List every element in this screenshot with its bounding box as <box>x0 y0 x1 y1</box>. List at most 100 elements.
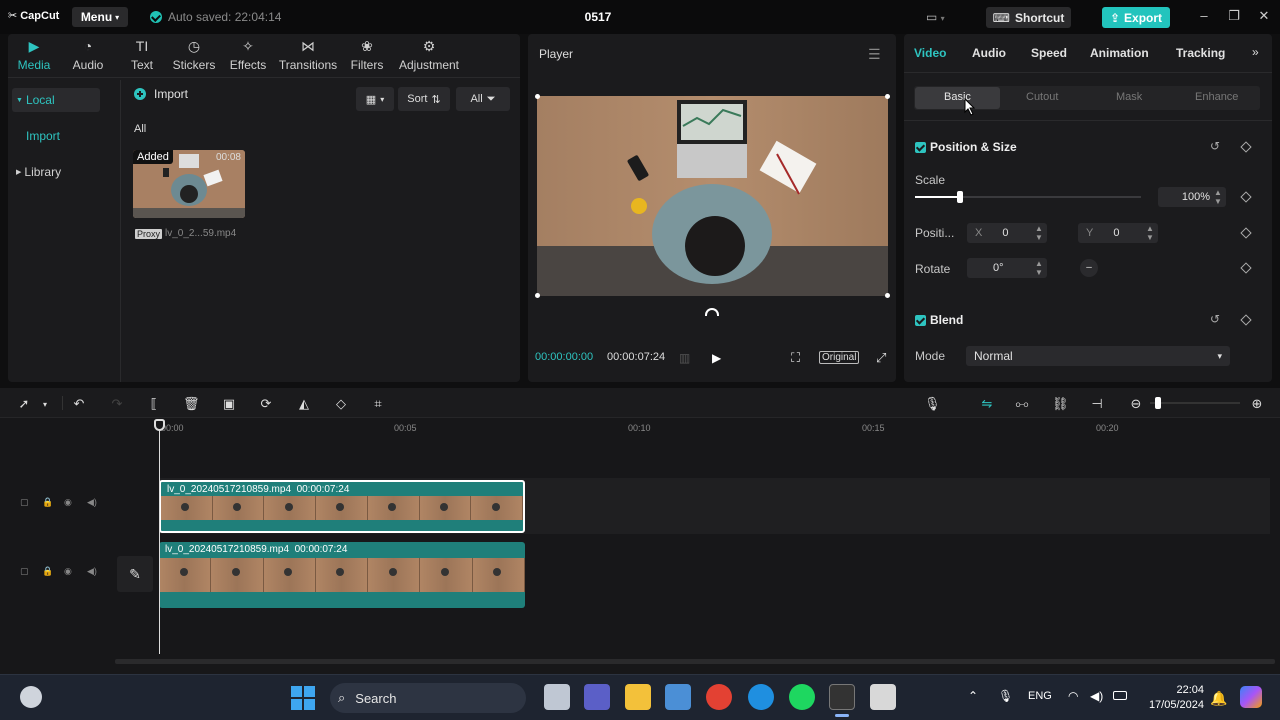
scale-slider-track[interactable] <box>915 191 1141 203</box>
tab-speed[interactable]: Speed <box>1031 46 1067 60</box>
eye-icon[interactable]: ◉ <box>64 566 72 577</box>
teams-icon[interactable] <box>584 684 610 710</box>
battery-icon[interactable] <box>1113 691 1127 700</box>
undo-icon[interactable]: ↶ <box>71 396 87 412</box>
menu-button[interactable]: Menu ▾ <box>72 7 128 27</box>
spotify-icon[interactable] <box>789 684 815 710</box>
resize-handle[interactable] <box>885 94 890 99</box>
sidebar-item-local[interactable]: ▼ Local <box>12 88 100 112</box>
zoom-slider-knob[interactable] <box>1155 397 1161 409</box>
rotate-icon[interactable]: ◇ <box>333 396 349 412</box>
reverse-icon[interactable]: ⟳ <box>258 396 274 412</box>
minimize-icon[interactable]: – <box>1194 8 1214 23</box>
export-button[interactable]: ⇪ Export <box>1102 7 1170 28</box>
resize-handle[interactable] <box>535 94 540 99</box>
stepper-icon[interactable]: ▲ ▼ <box>1035 259 1043 277</box>
track-thumbnail-icon[interactable]: ▢ <box>20 566 29 577</box>
stepper-icon[interactable]: ▲ ▼ <box>1035 224 1043 242</box>
video-preview[interactable] <box>537 96 888 296</box>
playhead-line[interactable] <box>159 426 160 654</box>
shortcut-button[interactable]: ⌨ Shortcut <box>986 7 1071 28</box>
reset-icon[interactable]: ↺ <box>1210 139 1220 153</box>
horizontal-scrollbar[interactable] <box>115 659 1275 664</box>
media-thumbnail[interactable]: Added 00:08 <box>133 150 245 218</box>
sidebar-item-library[interactable]: ▶ Library <box>12 160 100 184</box>
notification-icon[interactable]: 🔔 <box>1210 690 1227 707</box>
select-tool-icon[interactable]: ➚ <box>16 396 32 412</box>
close-icon[interactable]: ✕ <box>1254 8 1274 24</box>
timeline-clip[interactable]: lv_0_20240517210859.mp4 00:00:07:24 <box>159 542 525 608</box>
checkbox-icon[interactable] <box>915 141 926 153</box>
checkbox-icon[interactable] <box>915 314 926 326</box>
microphone-icon[interactable]: 🎙 <box>924 396 941 412</box>
more-tabs-icon[interactable]: » <box>1252 45 1259 59</box>
subtab-mask[interactable]: Mask <box>1116 91 1142 103</box>
chain-icon[interactable]: ⛓ <box>1052 396 1069 412</box>
tab-text[interactable]: TI Text <box>124 38 160 72</box>
mirror-icon[interactable]: ◭ <box>296 396 312 412</box>
copilot-icon[interactable] <box>1240 686 1262 708</box>
sort-button[interactable]: Sort ⇅ <box>398 87 450 111</box>
capcut-taskbar-icon[interactable] <box>829 684 855 710</box>
magnet-icon[interactable]: ⇋ <box>977 396 997 412</box>
timeline-clip[interactable]: lv_0_20240517210859.mp4 00:00:07:24 <box>159 480 525 533</box>
tab-filters[interactable]: ❀ Filters <box>346 38 388 72</box>
split-icon[interactable]: ⟦ <box>146 396 162 412</box>
fullscreen-icon[interactable]: ⤢ <box>876 350 886 366</box>
wifi-icon[interactable]: ◠ <box>1068 689 1078 703</box>
blend-mode-select[interactable]: Normal ▾ <box>966 346 1230 366</box>
track-thumbnail-icon[interactable]: ▢ <box>20 497 29 508</box>
freeze-icon[interactable]: ▣ <box>221 396 237 412</box>
taskbar-clock[interactable]: 22:04 17/05/2024 <box>1140 683 1204 713</box>
layout-icon[interactable]: ▭ ▾ <box>926 10 945 24</box>
edge-icon[interactable] <box>748 684 774 710</box>
rotate-dial-icon[interactable]: – <box>1080 259 1098 277</box>
tab-adjustment[interactable]: ⚙ Adjustment <box>396 38 462 72</box>
eye-icon[interactable]: ◉ <box>64 497 72 508</box>
tab-audio[interactable]: ◔ Audio <box>68 38 108 72</box>
redo-icon[interactable]: ↷ <box>109 396 125 412</box>
play-button[interactable]: ▶ <box>712 351 721 365</box>
chrome-icon[interactable] <box>706 684 732 710</box>
resize-handle[interactable] <box>535 293 540 298</box>
edit-cover-icon[interactable]: ✎ <box>117 556 153 592</box>
file-explorer-icon[interactable] <box>625 684 651 710</box>
filter-button[interactable]: All ⏷ <box>456 87 510 111</box>
task-view-icon[interactable] <box>544 684 570 710</box>
crop-icon[interactable]: ⌗ <box>370 396 386 412</box>
hamburger-menu-icon[interactable]: ☰ <box>868 46 881 63</box>
microphone-icon[interactable]: 🎙 <box>998 689 1013 703</box>
lock-icon[interactable]: 🔒 <box>42 566 53 577</box>
reset-icon[interactable]: ↺ <box>1210 312 1220 326</box>
tab-tracking[interactable]: Tracking <box>1176 46 1225 60</box>
lock-icon[interactable]: 🔒 <box>42 497 53 508</box>
tab-video[interactable]: Video <box>914 46 946 60</box>
taskbar-search[interactable]: ⌕ Search <box>330 683 526 713</box>
tab-audio-props[interactable]: Audio <box>972 46 1006 60</box>
tab-media[interactable]: ▶ Media <box>14 38 54 72</box>
rotate-handle-icon[interactable] <box>705 308 719 316</box>
original-ratio-button[interactable]: Original <box>819 351 860 364</box>
tab-stickers[interactable]: ◷ Stickers <box>170 38 218 72</box>
chevron-up-icon[interactable]: ⌃ <box>968 689 978 703</box>
fit-screen-icon[interactable]: ⛶ <box>791 350 800 366</box>
chevron-down-icon[interactable]: ▾ <box>37 400 53 409</box>
resize-handle[interactable] <box>885 293 890 298</box>
tab-effects[interactable]: ✧ Effects <box>226 38 270 72</box>
view-toggle-button[interactable]: ▦ ▾ <box>356 87 394 111</box>
blend-section[interactable]: Blend <box>915 313 963 327</box>
tab-transitions[interactable]: ⋈ Transitions <box>277 38 339 72</box>
app-icon[interactable] <box>665 684 691 710</box>
zoom-in-icon[interactable]: ⊕ <box>1249 396 1265 412</box>
scale-slider-knob[interactable] <box>957 191 964 203</box>
weather-icon[interactable] <box>20 686 42 708</box>
speaker-icon[interactable]: ◀) <box>87 566 97 577</box>
link-icon[interactable]: ⧟ <box>1014 396 1030 412</box>
timeline-grid-icon[interactable]: ▥ <box>679 351 690 365</box>
subtab-enhance[interactable]: Enhance <box>1195 91 1238 103</box>
playhead-handle[interactable] <box>154 419 165 431</box>
sidebar-item-import[interactable]: Import <box>12 124 100 148</box>
app-icon[interactable] <box>870 684 896 710</box>
zoom-slider-track[interactable] <box>1150 402 1240 404</box>
windows-start-icon[interactable] <box>291 686 315 710</box>
